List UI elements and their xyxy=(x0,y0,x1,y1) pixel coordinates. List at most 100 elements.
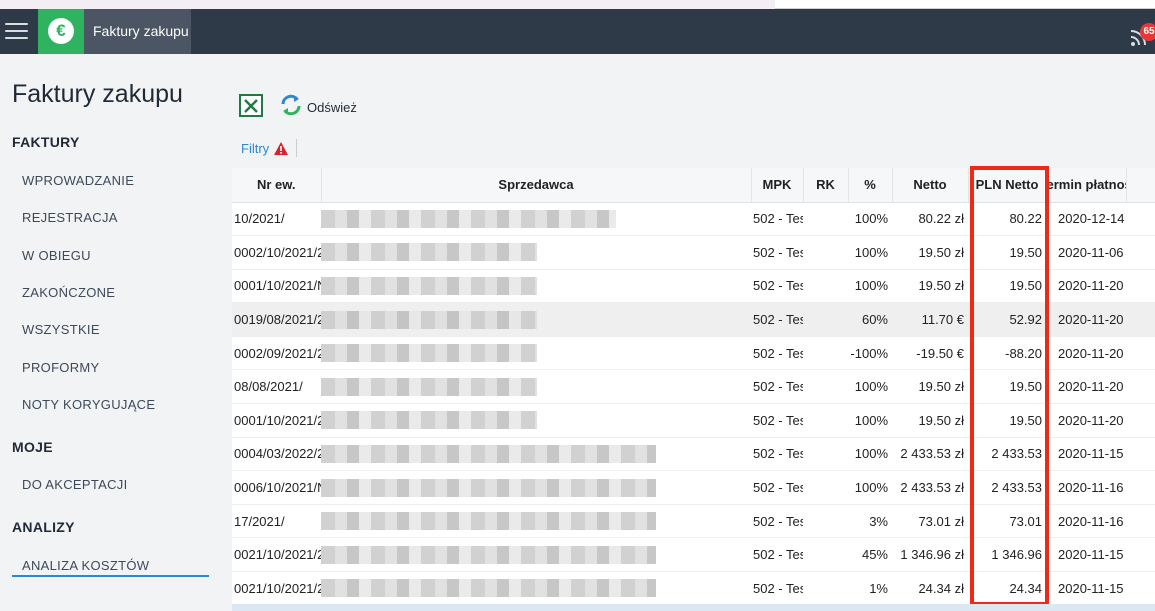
euro-icon: € xyxy=(48,18,74,44)
cell-netto: 19.50 zł xyxy=(892,369,968,405)
sidebar-item-w-obiegu[interactable]: W OBIEGU xyxy=(22,248,91,263)
cell-pln-netto: 1 346.96 xyxy=(968,537,1046,573)
cell-sprzedawca-redacted xyxy=(321,235,751,270)
cell-termin-platnosci: 2020-11-20 - xyxy=(1046,302,1126,337)
cell-termin-platnosci: 2020-11-16 - xyxy=(1046,470,1126,505)
cell-pln-netto: 73.01 xyxy=(968,504,1046,539)
refresh-icon[interactable] xyxy=(279,93,303,117)
cell-nr-ew: 0002/09/2021/2 xyxy=(232,336,321,371)
app-title[interactable]: Faktury zakupu xyxy=(84,9,191,54)
cell-sprzedawca-redacted xyxy=(321,369,751,405)
cell-nr-ew: 0021/10/2021/2 xyxy=(232,571,321,606)
cell-sprzedawca-redacted xyxy=(321,470,751,505)
cell-sprzedawca-redacted xyxy=(321,302,751,337)
cell-termin-platnosci: 2020-12-14 - xyxy=(1046,202,1126,237)
redacted-seller-name xyxy=(321,512,656,531)
column-header-extra xyxy=(1126,168,1155,203)
cell-mpk: 502 - Tes - xyxy=(751,336,803,371)
browser-tab[interactable] xyxy=(0,0,775,9)
cell-percent: 45% xyxy=(848,537,892,573)
table-row[interactable]: 0021/10/2021/2 502 - Tes - 45%1 346.96 zł1… xyxy=(232,537,1155,573)
column-header-termin-platnosci[interactable]: ermin płatnoś xyxy=(1046,168,1127,203)
cell-extra xyxy=(1126,369,1155,405)
column-header-netto[interactable]: Netto xyxy=(892,168,969,203)
column-header-sprzedawca[interactable]: Sprzedawca xyxy=(321,168,752,203)
cell-sprzedawca-redacted xyxy=(321,403,751,438)
cell-netto: 2 433.53 zł xyxy=(892,437,968,472)
column-header-pln-netto[interactable]: PLN Netto xyxy=(968,168,1047,203)
redacted-seller-name xyxy=(321,478,656,497)
cell-rk xyxy=(803,369,848,405)
column-header-rk[interactable]: RK xyxy=(803,168,849,203)
sidebar-item-wszystkie[interactable]: WSZYSTKIE xyxy=(22,322,100,337)
table-header-row: Nr ew. Sprzedawca MPK RK % Netto PLN Net… xyxy=(232,168,1155,203)
cell-percent: 100% xyxy=(848,470,892,505)
cell-netto: 1 346.96 zł xyxy=(892,537,968,573)
redacted-seller-name xyxy=(321,545,656,564)
cell-termin-platnosci: 2020-11-20 - xyxy=(1046,269,1126,304)
hamburger-menu-icon[interactable] xyxy=(5,23,28,40)
cell-mpk: 502 - Tes - xyxy=(751,470,803,505)
cell-nr-ew: 0019/08/2021/2 xyxy=(232,302,321,337)
notification-badge[interactable]: 65 xyxy=(1140,23,1155,41)
table-row[interactable]: 0001/10/2021/2 502 - Tes - 100%19.50 zł19.… xyxy=(232,403,1155,438)
table-row[interactable]: 0001/10/2021/N 502 - Tes - 100%19.50 zł19.… xyxy=(232,269,1155,304)
sidebar-item-do-akceptacji[interactable]: DO AKCEPTACJI xyxy=(22,477,128,492)
cell-extra xyxy=(1126,336,1155,371)
table-row[interactable]: 10/2021/502 - Tes - 100%80.22 zł80.222020… xyxy=(232,202,1155,237)
sidebar-item-proformy[interactable]: PROFORMY xyxy=(22,360,100,375)
column-header-mpk[interactable]: MPK xyxy=(751,168,804,203)
sidebar-item-noty-korygujace[interactable]: NOTY KORYGUJĄCE xyxy=(22,397,155,412)
cell-mpk: 502 - Tes - xyxy=(751,369,803,405)
cell-nr-ew: 0001/10/2021/N xyxy=(232,269,321,304)
section-moje: MOJE xyxy=(12,439,53,455)
sidebar-item-analiza-kosztow[interactable]: ANALIZA KOSZTÓW xyxy=(22,558,149,573)
filters-link[interactable]: Filtry xyxy=(241,141,269,156)
cell-nr-ew: 0004/03/2022/2 xyxy=(232,437,321,472)
cell-nr-ew: 0021/10/2021/2 xyxy=(232,537,321,573)
cell-pln-netto: 19.50 xyxy=(968,369,1046,405)
cell-pln-netto: 19.50 xyxy=(968,403,1046,438)
cell-percent: 100% xyxy=(848,403,892,438)
cell-termin-platnosci: 2020-11-20 - xyxy=(1046,369,1126,405)
cell-nr-ew: 10/2021/ xyxy=(232,202,321,237)
cell-termin-platnosci: 2020-11-06 - xyxy=(1046,235,1126,270)
table-row[interactable]: 0002/10/2021/2 502 - Tes - 100%19.50 zł19.… xyxy=(232,235,1155,270)
table-row[interactable]: 0006/10/2021/N 502 - Tes - 100%2 433.53 zł… xyxy=(232,470,1155,505)
table-row[interactable]: 08/08/2021/502 - Tes - 100%19.50 zł19.502… xyxy=(232,369,1155,405)
cell-netto: 19.50 zł xyxy=(892,403,968,438)
table-row[interactable]: 0019/08/2021/2 502 - Tes - 60%11.70 €52.92… xyxy=(232,302,1155,337)
table-scroll-footer[interactable] xyxy=(232,604,1155,611)
redacted-seller-name xyxy=(321,310,537,329)
column-header-nr-ew[interactable]: Nr ew. xyxy=(232,168,322,203)
cell-termin-platnosci: 2020-11-16 - xyxy=(1046,504,1126,539)
cell-termin-platnosci: 2020-11-15 - xyxy=(1046,571,1126,606)
column-header-percent[interactable]: % xyxy=(848,168,893,203)
browser-tab-strip xyxy=(0,0,1155,9)
cell-sprzedawca-redacted xyxy=(321,437,751,472)
refresh-button[interactable]: Odśwież xyxy=(307,100,357,115)
cell-netto: 11.70 € xyxy=(892,302,968,337)
cell-netto: -19.50 € xyxy=(892,336,968,371)
sidebar-item-zakonczone[interactable]: ZAKOŃCZONE xyxy=(22,285,115,300)
table-row[interactable]: 0004/03/2022/2 502 - Tes - 100%2 433.53 zł… xyxy=(232,437,1155,472)
cell-percent: 100% xyxy=(848,369,892,405)
table-row[interactable]: 0002/09/2021/2 502 - Tes - -100%-19.50 €-8… xyxy=(232,336,1155,371)
sidebar-item-rejestracja[interactable]: REJESTRACJA xyxy=(22,210,118,225)
cell-mpk: 502 - Tes - xyxy=(751,235,803,270)
cell-rk xyxy=(803,571,848,606)
cell-termin-platnosci: 2020-11-15 - xyxy=(1046,537,1126,573)
cell-percent: 100% xyxy=(848,437,892,472)
cell-sprzedawca-redacted xyxy=(321,202,751,237)
cell-termin-platnosci: 2020-11-20 - xyxy=(1046,403,1126,438)
cell-percent: 100% xyxy=(848,235,892,270)
toolbar-divider xyxy=(296,139,297,157)
sidebar: Faktury zakupu FAKTURY WPROWADZANIE REJE… xyxy=(0,54,232,611)
table-row[interactable]: 0021/10/2021/2 502 - Tes - 1%24.34 zł24.34… xyxy=(232,571,1155,606)
sidebar-item-wprowadzanie[interactable]: WPROWADZANIE xyxy=(22,173,134,188)
table-row[interactable]: 17/2021/502 - Tes - 3%73.01 zł73.012020-1… xyxy=(232,504,1155,539)
cell-extra xyxy=(1126,437,1155,472)
app-logo[interactable]: € xyxy=(38,9,84,54)
excel-export-icon[interactable] xyxy=(239,94,263,117)
cell-nr-ew: 0006/10/2021/N xyxy=(232,470,321,505)
